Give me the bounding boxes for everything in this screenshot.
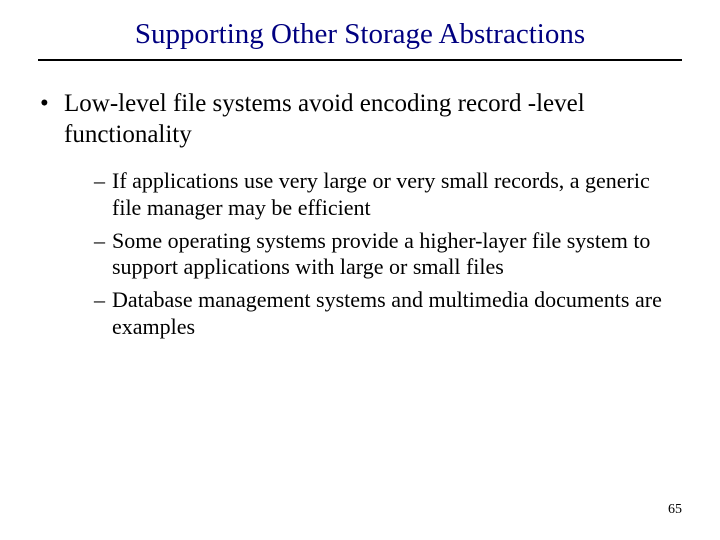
sub-bullet: Some operating systems provide a higher-… — [94, 228, 682, 282]
slide: Supporting Other Storage Abstractions Lo… — [0, 0, 720, 540]
sub-bullet: Database management systems and multimed… — [94, 287, 682, 341]
slide-title: Supporting Other Storage Abstractions — [38, 18, 682, 51]
page-number: 65 — [668, 502, 682, 518]
main-bullet: Low-level file systems avoid encoding re… — [38, 89, 682, 150]
sub-bullet-list: If applications use very large or very s… — [38, 168, 682, 341]
sub-bullet: If applications use very large or very s… — [94, 168, 682, 222]
title-underline — [38, 59, 682, 61]
